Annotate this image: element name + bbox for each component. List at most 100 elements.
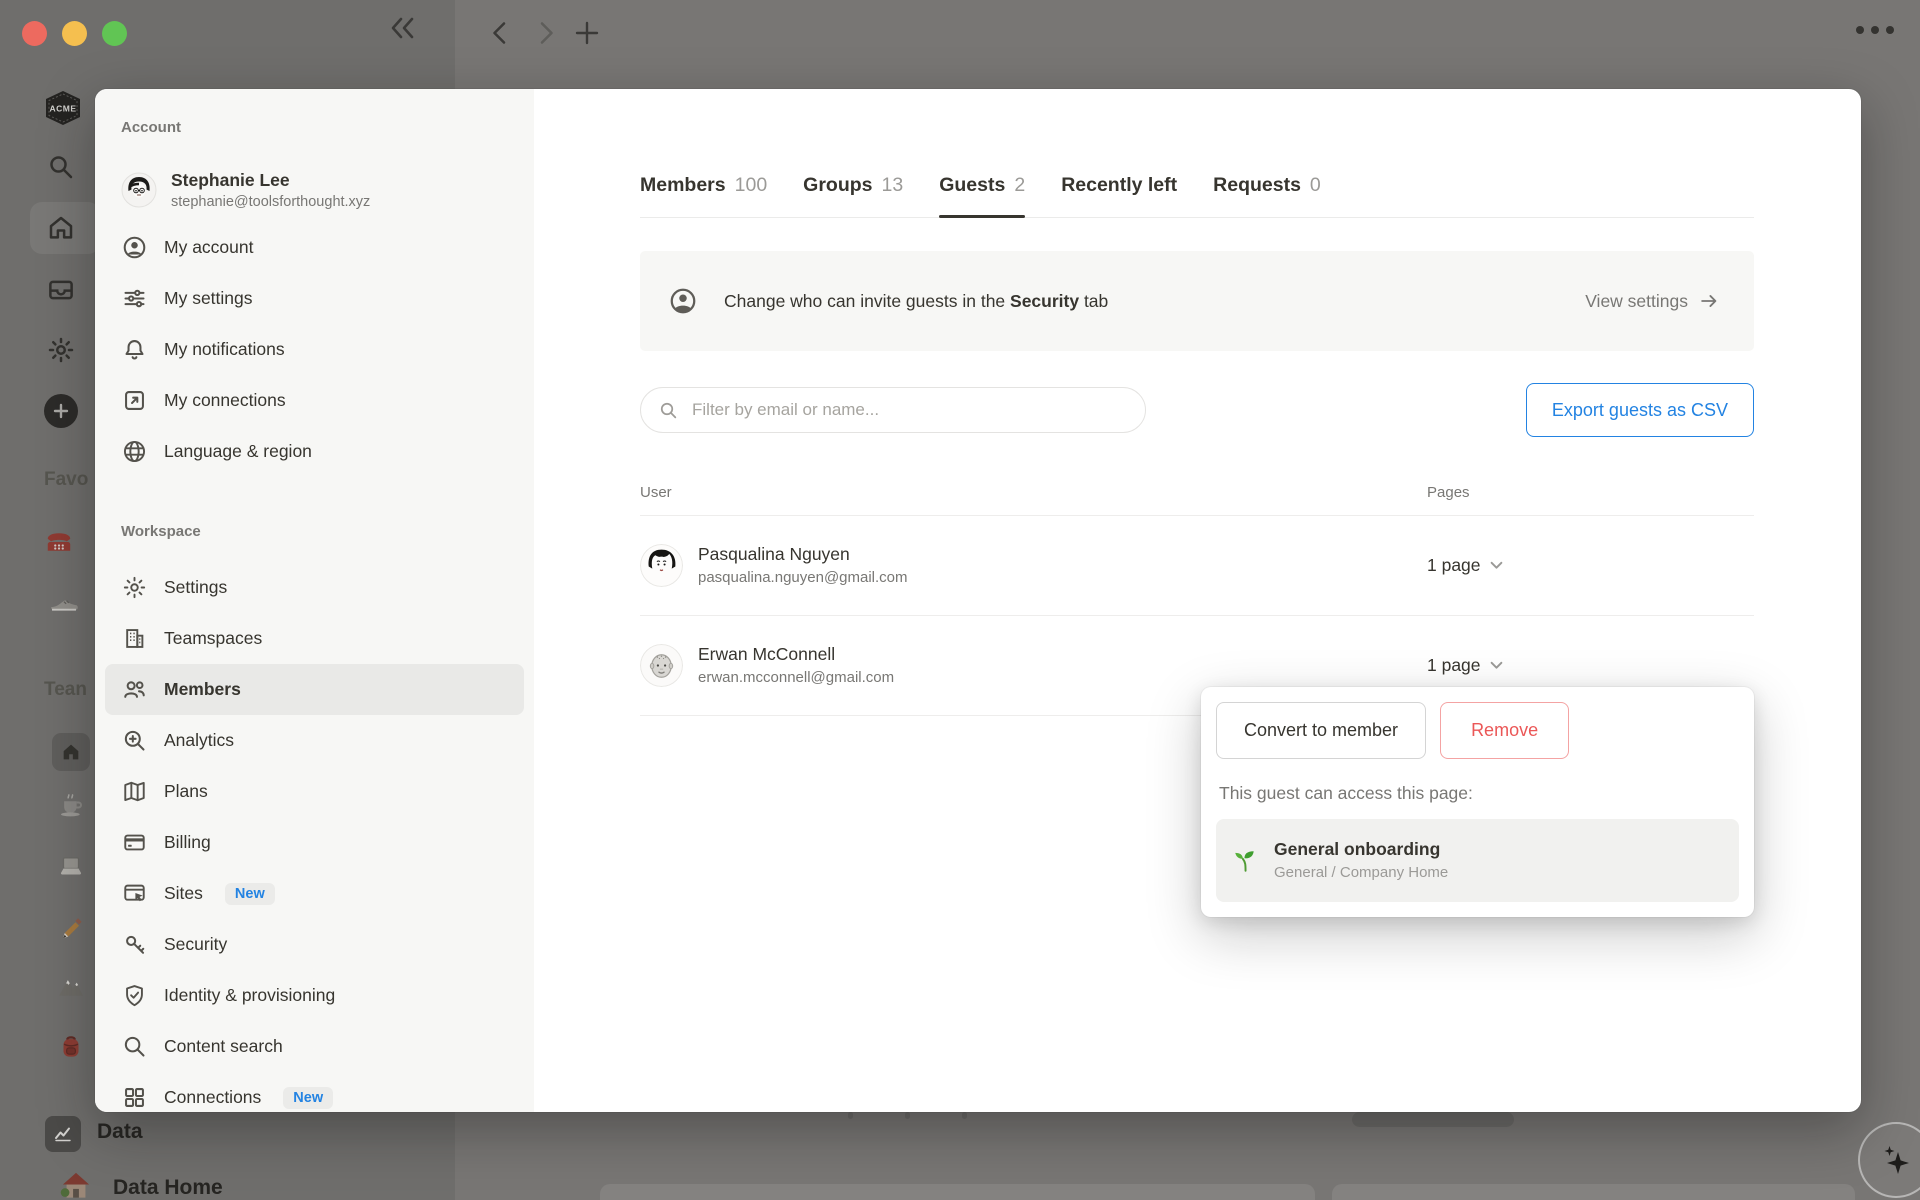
nav-item-my-connections[interactable]: My connections: [105, 375, 524, 426]
tab-recently-left[interactable]: Recently left: [1061, 154, 1177, 217]
nav-item-my-settings[interactable]: My settings: [105, 273, 524, 324]
arrow-right-icon: [1701, 295, 1717, 307]
teamspace-general-item[interactable]: [52, 733, 90, 771]
view-settings-link[interactable]: View settings: [1585, 290, 1720, 312]
export-guests-csv-button[interactable]: Export guests as CSV: [1525, 383, 1754, 437]
nav-back-icon[interactable]: [487, 20, 513, 46]
data-home-icon[interactable]: [58, 1170, 94, 1200]
building-icon: [121, 625, 148, 652]
gear-icon[interactable]: [46, 335, 76, 365]
guests-toolbar: Export guests as CSV: [640, 382, 1754, 438]
traffic-light-close-icon[interactable]: [22, 21, 47, 46]
acme-logo[interactable]: ACME: [42, 90, 84, 126]
search-icon[interactable]: [46, 152, 76, 182]
red-telephone-icon[interactable]: [44, 527, 74, 557]
nav-forward-icon[interactable]: [533, 20, 559, 46]
settings-modal: Account Stephanie Lee stephanie@toolsfor…: [95, 89, 1861, 1112]
tab-groups[interactable]: Groups 13: [803, 154, 903, 217]
accessible-page-item[interactable]: General onboarding General / Company Hom…: [1216, 819, 1739, 902]
nav-item-security[interactable]: Security: [105, 919, 524, 970]
guest-actions-popover: Convert to member Remove This guest can …: [1201, 687, 1754, 917]
workspace-section-label: Workspace: [121, 523, 201, 540]
tab-label: Guests: [939, 174, 1006, 196]
bell-icon: [121, 336, 148, 363]
nav-item-identity-provisioning[interactable]: Identity & provisioning: [105, 970, 524, 1021]
mountain-icon[interactable]: [56, 972, 86, 1002]
data-page-icon[interactable]: [45, 1116, 81, 1152]
nav-item-label: My account: [164, 237, 254, 257]
traffic-light-zoom-icon[interactable]: [102, 21, 127, 46]
gear-icon: [121, 574, 148, 601]
traffic-light-minimize-icon[interactable]: [62, 21, 87, 46]
magnifier-plus-icon: [121, 727, 148, 754]
nav-item-label: My connections: [164, 390, 286, 410]
key-icon: [121, 931, 148, 958]
globe-icon: [121, 438, 148, 465]
nav-item-label: Billing: [164, 832, 211, 852]
seedling-icon: [1235, 850, 1254, 872]
house-icon: [63, 744, 79, 760]
avatar-stephanie: [121, 172, 157, 208]
nav-item-plans[interactable]: Plans: [105, 766, 524, 817]
background-remnant: [848, 1112, 853, 1119]
coffee-icon[interactable]: [56, 790, 86, 820]
members-tabs: Members 100 Groups 13 Guests 2 Recently …: [640, 154, 1754, 218]
nav-item-language-region[interactable]: Language & region: [105, 426, 524, 477]
laptop-icon[interactable]: [56, 851, 86, 881]
tab-members[interactable]: Members 100: [640, 154, 767, 217]
tab-count: 2: [1014, 174, 1026, 196]
teamspaces-section-label: Tean: [44, 679, 87, 700]
backpack-icon[interactable]: [56, 1031, 86, 1061]
background-remnant: [1352, 1112, 1514, 1127]
page-title: General onboarding: [1274, 839, 1441, 859]
tab-guests[interactable]: Guests 2: [939, 154, 1026, 218]
nav-item-label: Identity & provisioning: [164, 985, 336, 1005]
sidebar-item-data-home[interactable]: Data Home: [113, 1176, 223, 1200]
sidebar-collapse-icon[interactable]: [388, 15, 418, 41]
new-tab-icon[interactable]: [574, 20, 600, 46]
background-remnant: [600, 1184, 1315, 1200]
account-user-row[interactable]: Stephanie Lee stephanie@toolsforthought.…: [105, 158, 524, 222]
nav-item-sites[interactable]: Sites New: [105, 868, 524, 919]
nav-item-analytics[interactable]: Analytics: [105, 715, 524, 766]
guest-identity: Pasqualina Nguyen pasqualina.nguyen@gmai…: [640, 543, 1427, 588]
nav-item-connections[interactable]: Connections New: [105, 1072, 524, 1112]
pencil-icon[interactable]: [56, 912, 86, 942]
nav-item-label: My settings: [164, 288, 253, 308]
pages-dropdown[interactable]: 1 page: [1427, 655, 1754, 676]
svg-text:ACME: ACME: [49, 104, 76, 114]
popover-caption: This guest can access this page:: [1219, 783, 1473, 803]
ai-assistant-button[interactable]: [1858, 1122, 1920, 1198]
banner-text: Change who can invite guests in the Secu…: [724, 290, 1109, 311]
tab-requests[interactable]: Requests 0: [1213, 154, 1321, 217]
account-section-label: Account: [121, 119, 181, 136]
guest-email: pasqualina.nguyen@gmail.com: [698, 569, 908, 586]
nav-item-billing[interactable]: Billing: [105, 817, 524, 868]
nav-item-label: Language & region: [164, 441, 312, 461]
guest-filter-search[interactable]: [640, 387, 1146, 433]
guest-filter-input[interactable]: [692, 400, 1128, 420]
convert-to-member-button[interactable]: Convert to member: [1216, 702, 1427, 759]
nav-item-my-notifications[interactable]: My notifications: [105, 324, 524, 375]
nav-item-label: Analytics: [164, 730, 235, 750]
home-icon[interactable]: [46, 213, 76, 243]
sidebar-item-data[interactable]: Data: [97, 1120, 143, 1144]
sneaker-icon[interactable]: [48, 585, 80, 617]
tab-label: Groups: [803, 174, 873, 196]
plus-icon: [53, 403, 69, 419]
nav-item-settings[interactable]: Settings: [105, 562, 524, 613]
new-page-button[interactable]: [44, 394, 78, 428]
inbox-icon[interactable]: [46, 275, 76, 305]
background-remnant: [905, 1112, 910, 1119]
avatar-erwan: [640, 644, 683, 687]
nav-item-teamspaces[interactable]: Teamspaces: [105, 613, 524, 664]
nav-item-my-account[interactable]: My account: [105, 222, 524, 273]
nav-item-content-search[interactable]: Content search: [105, 1021, 524, 1072]
nav-item-label: Plans: [164, 781, 208, 801]
nav-item-members[interactable]: Members: [105, 664, 524, 715]
person-circle-icon: [121, 234, 148, 261]
nav-item-label: Sites: [164, 883, 203, 903]
more-options-icon[interactable]: [1856, 26, 1894, 34]
pages-dropdown[interactable]: 1 page: [1427, 555, 1754, 576]
remove-guest-button[interactable]: Remove: [1440, 702, 1570, 759]
